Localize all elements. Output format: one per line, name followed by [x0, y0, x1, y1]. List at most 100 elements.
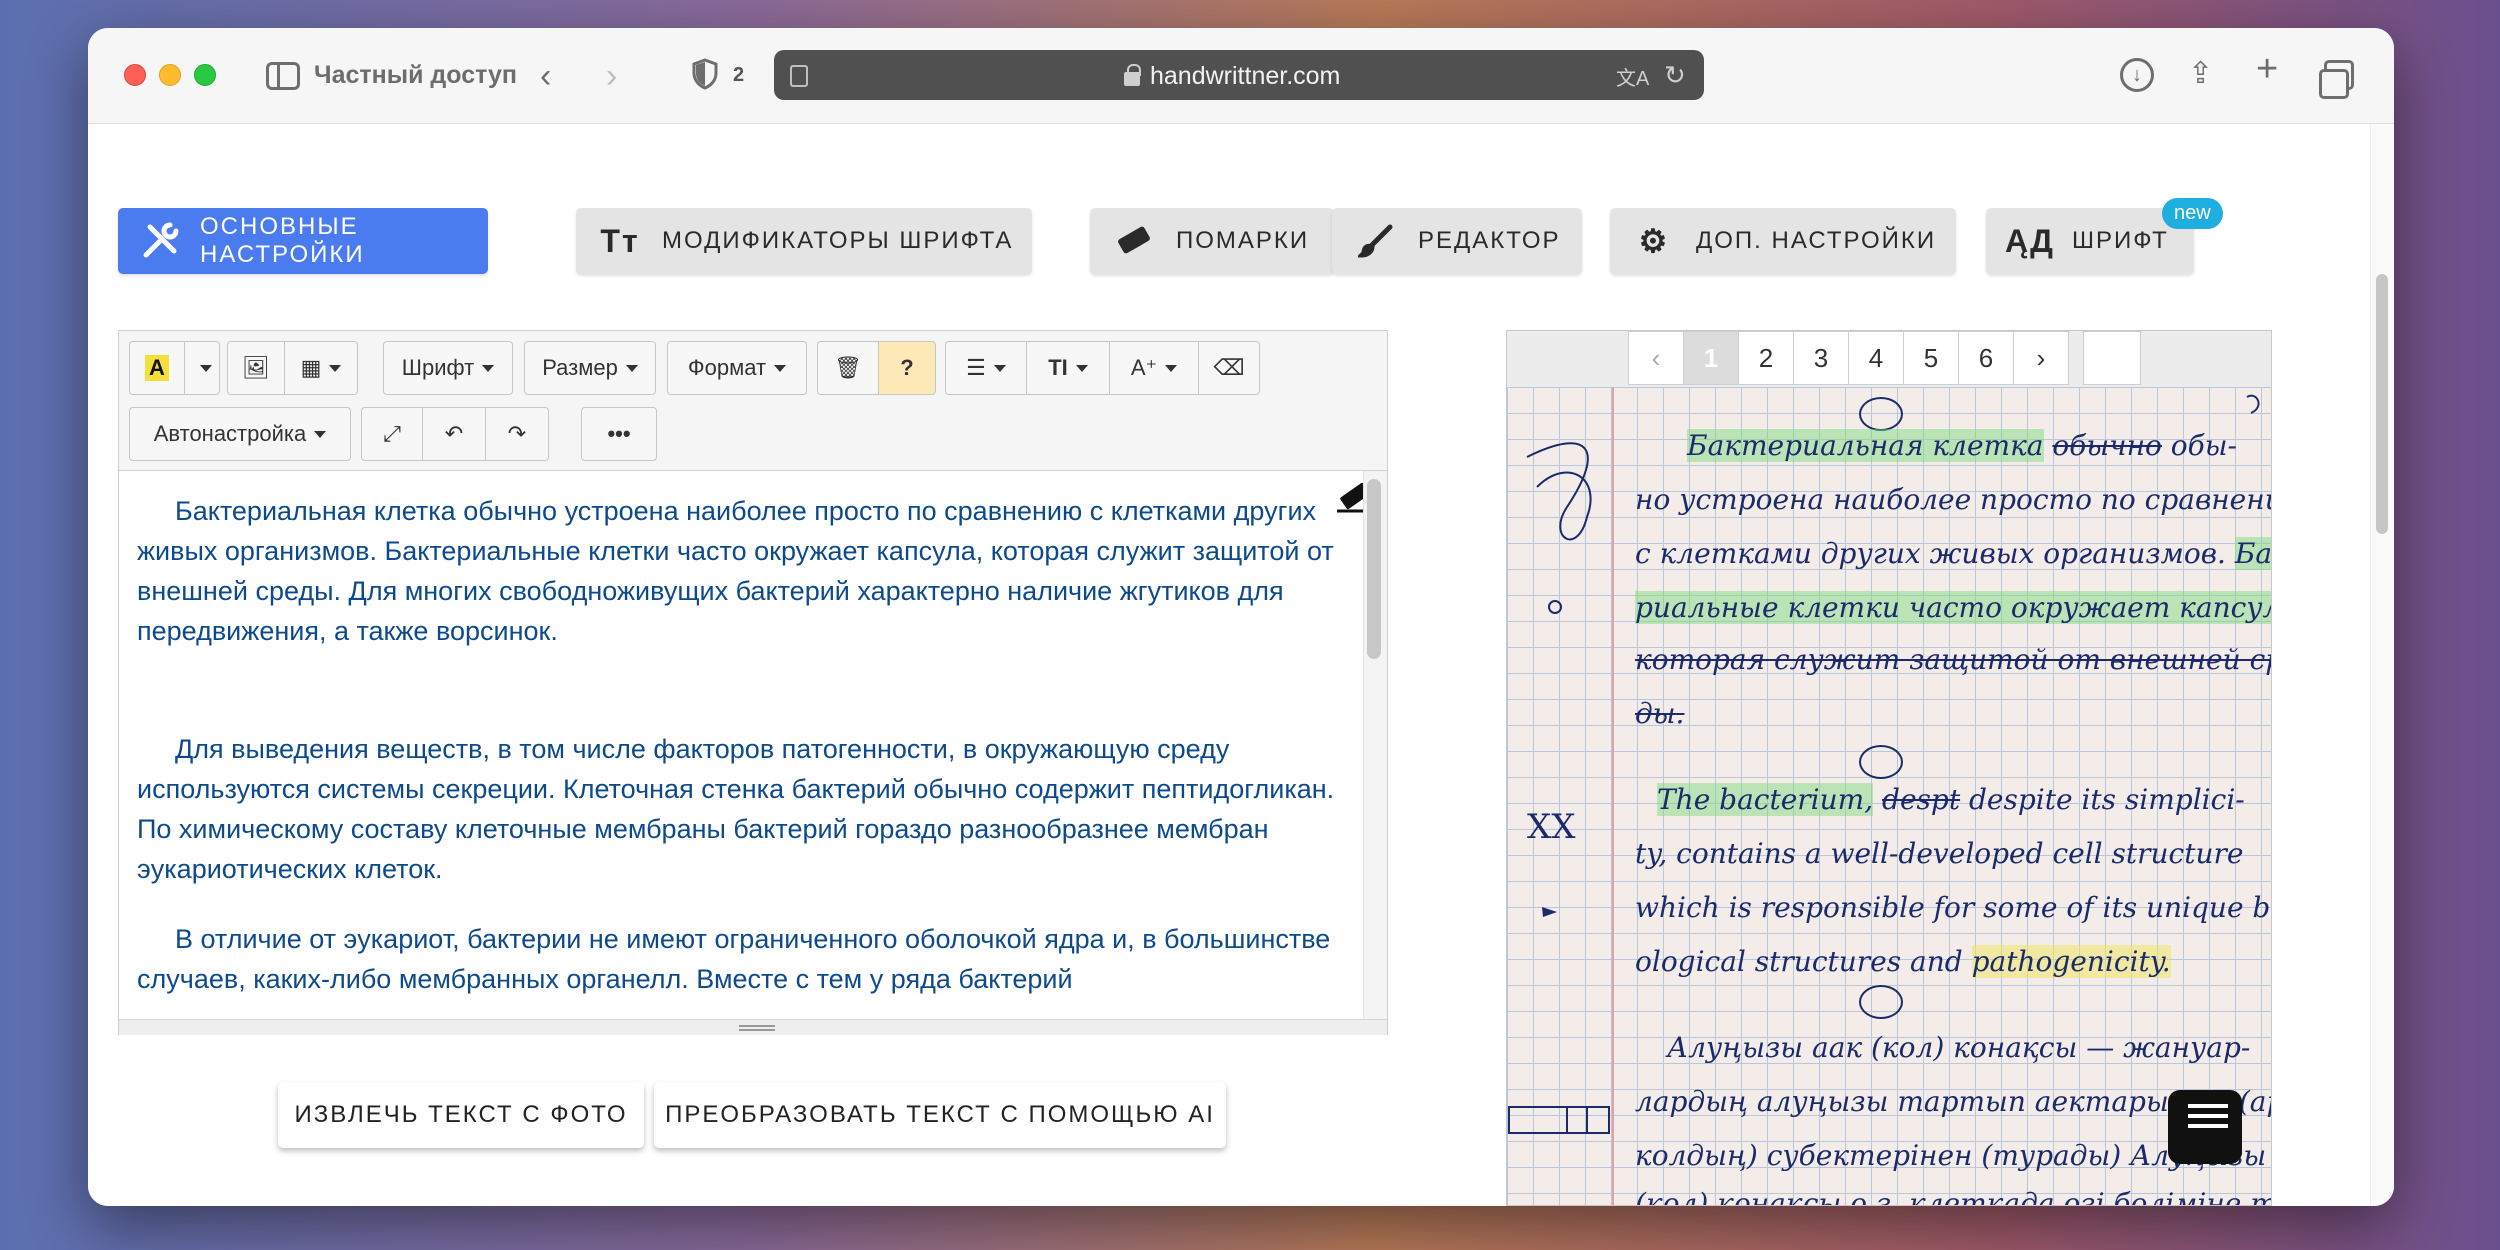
page-2-button[interactable]: 2: [1738, 331, 1794, 385]
translate-icon[interactable]: 文A: [1616, 62, 1649, 91]
editor-toolbar: A 🖼 ▦ Шрифт Размер Формат 🗑 ? ☰ TI A⁺ ⌫ …: [119, 331, 1387, 471]
page-scrollbar-thumb[interactable]: [2376, 274, 2388, 534]
url-text[interactable]: handwrittner.com: [1150, 62, 1340, 91]
fullscreen-button[interactable]: ⤢: [361, 407, 423, 461]
browser-toolbar: Частный доступ ‹ › 2 handwrittner.com 文A…: [88, 28, 2394, 124]
clear-format-icon: ⌫: [1213, 355, 1245, 380]
text-color-icon: A: [145, 355, 169, 381]
tools-icon: [140, 221, 180, 261]
autosetup-dropdown[interactable]: Автонастройка: [129, 407, 351, 461]
minimize-window-button[interactable]: [159, 64, 181, 86]
hw-l1b: обычно: [2052, 429, 2162, 462]
undo-button[interactable]: ↶: [422, 407, 486, 461]
text-color-button[interactable]: A: [129, 341, 185, 395]
table-icon: ▦: [300, 355, 322, 380]
lock-icon: [1124, 64, 1141, 86]
tab-label: РЕДАКТОР: [1418, 227, 1561, 254]
handwriting-preview: ‹ 1 2 3 4 5 6 › XX Бактериальная клетка …: [1506, 330, 2272, 1206]
handwriting-line-5: которая служит защитой от внешней сре-: [1635, 643, 2272, 676]
handwriting-line-2: но устроена наиболее просто по сравнению: [1635, 483, 2272, 516]
editor-resize-handle[interactable]: [119, 1019, 1387, 1035]
tab-label: ОСНОВНЫЕ НАСТРОЙКИ: [200, 213, 365, 268]
page-content: ОСНОВНЫЕ НАСТРОЙКИ Tт МОДИФИКАТОРЫ ШРИФТ…: [88, 124, 2394, 1206]
prev-page-button[interactable]: ‹: [1628, 331, 1684, 385]
handwriting-line-6: ды.: [1635, 697, 1685, 730]
page-5-button[interactable]: 5: [1903, 331, 1959, 385]
close-window-button[interactable]: [124, 64, 146, 86]
more-button[interactable]: •••: [581, 407, 657, 461]
editor-content[interactable]: Бактериальная клетка обычно устроена наи…: [119, 471, 1363, 1019]
new-badge: new: [2162, 198, 2223, 229]
font-dropdown[interactable]: Шрифт: [383, 341, 513, 395]
hw-l1a: Бактериальная клетка: [1687, 429, 2044, 462]
format-dropdown[interactable]: Формат: [667, 341, 807, 395]
autosetup-label: Автонастройка: [153, 421, 307, 446]
trash-icon: 🗑: [834, 355, 862, 380]
margin-crosses: XX: [1527, 807, 1576, 847]
size-dropdown[interactable]: Размер: [524, 341, 656, 395]
tab-extra-settings[interactable]: ⚙ ДОП. НАСТРОЙКИ: [1610, 208, 1956, 274]
page-4-button[interactable]: 4: [1848, 331, 1904, 385]
next-page-button[interactable]: ›: [2013, 331, 2069, 385]
uk-flag-icon: [1859, 745, 1903, 779]
reload-icon[interactable]: ↻: [1664, 60, 1686, 91]
redo-button[interactable]: ↷: [485, 407, 549, 461]
image-icon: 🖼: [242, 355, 270, 380]
tab-basic-settings[interactable]: ОСНОВНЫЕ НАСТРОЙКИ: [118, 208, 488, 274]
chat-assistant-icon[interactable]: [2168, 1090, 2242, 1164]
help-label: ?: [900, 355, 914, 380]
font-style-dropdown[interactable]: A⁺: [1109, 341, 1199, 395]
convert-text-ai-button[interactable]: ПРЕОБРАЗОВАТЬ ТЕКСТ С ПОМОЩЬЮ AI: [654, 1082, 1226, 1148]
handwriting-line-14: (кол) конақсы ө.з. клеткада өзі бөліміне…: [1635, 1187, 2272, 1206]
delete-button[interactable]: 🗑: [817, 341, 879, 395]
editor-paragraph-2[interactable]: Для выведения веществ, в том числе факто…: [137, 729, 1345, 889]
tab-font-modifiers[interactable]: Tт МОДИФИКАТОРЫ ШРИФТА: [576, 208, 1032, 274]
tab-blots[interactable]: ПОМАРКИ: [1090, 208, 1334, 274]
new-tab-icon[interactable]: +: [2256, 48, 2278, 91]
share-icon[interactable]: ⇪: [2188, 56, 2213, 91]
downloads-icon[interactable]: ↓: [2120, 58, 2154, 92]
page-3-button[interactable]: 3: [1793, 331, 1849, 385]
help-button[interactable]: ?: [878, 341, 936, 395]
align-dropdown[interactable]: ☰: [945, 341, 1027, 395]
text-color-dropdown[interactable]: [184, 341, 220, 395]
font-size-icon: Tт: [600, 222, 640, 259]
insert-image-button[interactable]: 🖼: [227, 341, 285, 395]
expand-icon: ⤢: [383, 421, 401, 446]
page-1-button[interactable]: 1: [1683, 331, 1739, 385]
tab-overview-icon[interactable]: [2319, 60, 2354, 99]
brush-icon: [1354, 221, 1398, 261]
sidebar-toggle-icon[interactable]: [266, 62, 300, 90]
page-icon: [790, 65, 808, 87]
editor-paragraph-1[interactable]: Бактериальная клетка обычно устроена наи…: [137, 491, 1345, 651]
zoom-window-button[interactable]: [194, 64, 216, 86]
tab-editor[interactable]: РЕДАКТОР: [1332, 208, 1582, 274]
forward-arrow-icon[interactable]: ›: [606, 56, 617, 96]
back-arrow-icon[interactable]: ‹: [540, 56, 551, 96]
editor-paragraph-3[interactable]: В отличие от эукариот, бактерии не имеют…: [137, 919, 1345, 999]
hw-l7a: The bacterium,: [1657, 783, 1874, 816]
hw-l1c: обы-: [2170, 429, 2238, 462]
extract-text-button[interactable]: ИЗВЛЕЧЬ ТЕКСТ С ФОТО: [278, 1082, 644, 1148]
redo-icon: ↷: [507, 421, 527, 446]
hw-l7c: despite its simplici-: [1968, 783, 2245, 816]
hw-l10b: pathogenicity.: [1971, 945, 2171, 978]
pagination: ‹ 1 2 3 4 5 6 ›: [1628, 331, 2141, 387]
clear-format-button[interactable]: ⌫: [1198, 341, 1260, 395]
editor-empty-line[interactable]: [137, 651, 1345, 729]
line-height-icon: TI: [1048, 355, 1068, 380]
page-number-input[interactable]: [2083, 331, 2141, 385]
private-browsing-label[interactable]: Частный доступ: [314, 61, 517, 90]
privacy-shield-icon[interactable]: [692, 58, 718, 90]
tab-label: ПОМАРКИ: [1176, 227, 1310, 254]
editor-scrollbar-thumb[interactable]: [1367, 479, 1381, 659]
address-bar[interactable]: handwrittner.com 文A ↻: [774, 50, 1704, 100]
insert-table-button[interactable]: ▦: [284, 341, 358, 395]
page-6-button[interactable]: 6: [1958, 331, 2014, 385]
handwriting-line-10: ological structures and pathogenicity.: [1635, 945, 2171, 978]
handwriting-line-11: Алуңызы аак (кол) конақсы — жануар-: [1667, 1031, 2251, 1064]
font-dropdown-label: Шрифт: [401, 355, 475, 380]
tab-label: ШРИФТ: [2072, 227, 2169, 254]
line-height-dropdown[interactable]: TI: [1026, 341, 1110, 395]
text-editor: A 🖼 ▦ Шрифт Размер Формат 🗑 ? ☰ TI A⁺ ⌫ …: [118, 330, 1388, 1035]
